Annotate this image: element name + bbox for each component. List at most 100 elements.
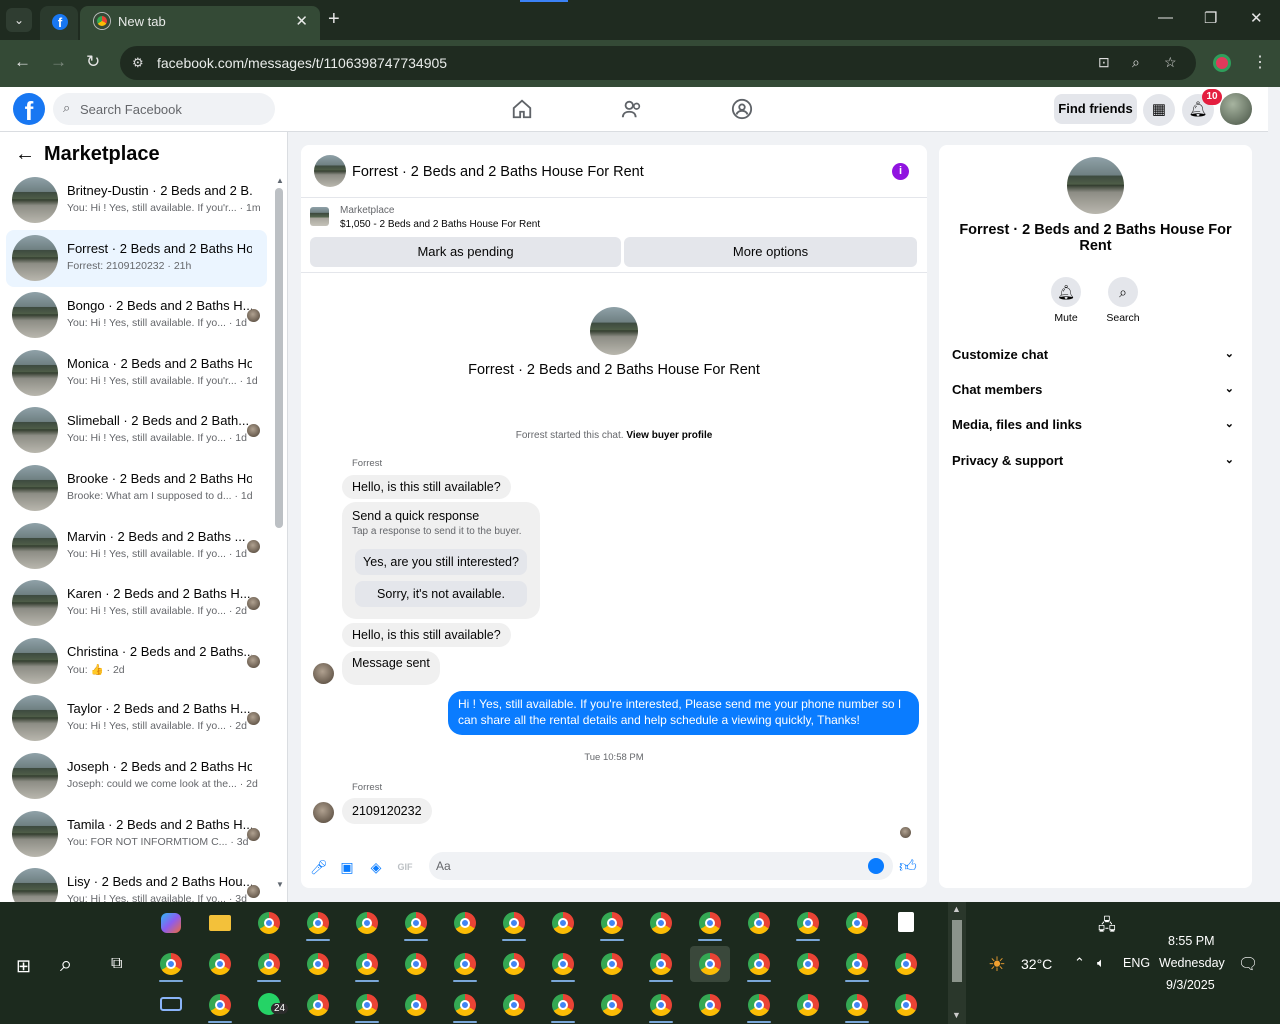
chrome-taskbar-icon[interactable]	[347, 987, 387, 1023]
chrome-taskbar-icon[interactable]	[837, 987, 877, 1023]
chrome-taskbar-icon[interactable]	[200, 946, 240, 982]
chrome-taskbar-icon[interactable]	[298, 905, 338, 941]
chevron-up-icon[interactable]: ⌃	[1074, 955, 1085, 971]
home-icon[interactable]	[511, 98, 533, 120]
chrome-taskbar-icon[interactable]	[788, 946, 828, 982]
chrome-taskbar-icon[interactable]	[445, 946, 485, 982]
find-friends-button[interactable]: Find friends	[1054, 94, 1137, 124]
chrome-taskbar-icon[interactable]	[396, 905, 436, 941]
conversation-item[interactable]: Marvin · 2 Beds and 2 Baths ... You: Hi !…	[6, 518, 267, 575]
language-indicator[interactable]: ENG	[1123, 956, 1150, 970]
view-buyer-profile-link[interactable]: View buyer profile	[626, 430, 712, 441]
conversation-item[interactable]: Forrest · 2 Beds and 2 Baths Ho... Forres…	[6, 229, 267, 287]
chrome-taskbar-icon[interactable]	[690, 946, 730, 982]
account-avatar[interactable]	[1220, 93, 1252, 125]
microphone-icon[interactable]: 🎤︎	[310, 859, 328, 875]
chrome-taskbar-icon[interactable]	[347, 946, 387, 982]
extension-icon[interactable]	[1213, 54, 1231, 72]
chrome-taskbar-icon[interactable]	[592, 905, 632, 941]
chrome-taskbar-icon[interactable]	[151, 946, 191, 982]
chrome-taskbar-icon[interactable]	[396, 987, 436, 1023]
conversation-item[interactable]: Joseph · 2 Beds and 2 Baths Ho... Joseph:…	[6, 748, 267, 805]
chrome-taskbar-icon[interactable]	[788, 905, 828, 941]
gif-icon[interactable]: GIF	[397, 859, 413, 875]
chat-avatar[interactable]	[314, 155, 346, 187]
windows-start-icon[interactable]: ⊞	[16, 956, 31, 977]
chrome-taskbar-icon[interactable]	[690, 987, 730, 1023]
close-tab-icon[interactable]: ✕	[295, 12, 308, 30]
friends-icon[interactable]	[621, 98, 643, 120]
minimize-button[interactable]: —	[1158, 9, 1173, 26]
chat-members-section[interactable]: Chat members ⌄	[952, 382, 1242, 402]
chrome-taskbar-icon[interactable]	[690, 905, 730, 941]
taskbar-scrollbar[interactable]: ▲ ▼	[948, 902, 966, 1024]
chrome-taskbar-icon[interactable]	[543, 987, 583, 1023]
chrome-taskbar-icon[interactable]	[641, 946, 681, 982]
chrome-taskbar-icon[interactable]	[543, 946, 583, 982]
quick-response-yes-button[interactable]: Yes, are you still interested?	[355, 549, 527, 575]
conversation-item[interactable]: Britney-Dustin · 2 Beds and 2 B... You: H…	[6, 172, 267, 229]
search-action[interactable]: ⌕ Search	[1093, 277, 1153, 324]
file-explorer-icon[interactable]	[200, 905, 240, 941]
listing-title[interactable]: $1,050 - 2 Beds and 2 Baths House For Re…	[340, 219, 540, 230]
close-window-button[interactable]: ✕	[1250, 9, 1263, 27]
conversation-item[interactable]: Christina · 2 Beds and 2 Baths... You: 👍 …	[6, 633, 267, 690]
chrome-taskbar-icon[interactable]	[739, 946, 779, 982]
tab-new-tab[interactable]: New tab ✕	[80, 6, 320, 40]
menu-grid-icon[interactable]: ▦	[1143, 94, 1175, 126]
chrome-taskbar-icon[interactable]	[298, 946, 338, 982]
notepad-icon[interactable]	[886, 905, 926, 941]
zoom-icon[interactable]: ⌕	[1132, 54, 1140, 71]
clock-time[interactable]: 8:55 PM	[1168, 934, 1215, 948]
search-icon[interactable]: ⌕	[1108, 277, 1138, 307]
chrome-taskbar-icon[interactable]	[396, 946, 436, 982]
site-info-icon[interactable]: ⚙	[132, 55, 144, 71]
clock-date[interactable]: 9/3/2025	[1166, 978, 1215, 992]
chrome-taskbar-icon[interactable]	[494, 905, 534, 941]
address-bar[interactable]: ⚙ facebook.com/messages/t/11063987477349…	[120, 46, 1196, 80]
groups-icon[interactable]	[731, 98, 753, 120]
conversation-item[interactable]: Karen · 2 Beds and 2 Baths H... You: Hi !…	[6, 575, 267, 632]
bookmark-star-icon[interactable]: ☆	[1164, 54, 1177, 71]
chrome-taskbar-icon[interactable]	[445, 987, 485, 1023]
search-facebook-input[interactable]: ⌕ Search Facebook	[53, 93, 275, 125]
privacy-support-section[interactable]: Privacy & support ⌄	[952, 453, 1242, 473]
photo-icon[interactable]: ▣	[339, 859, 355, 875]
url-text[interactable]: facebook.com/messages/t/1106398747734905	[157, 55, 447, 71]
forward-icon[interactable]: →	[50, 52, 67, 72]
chat-title[interactable]: Forrest · 2 Beds and 2 Baths House For R…	[352, 164, 644, 180]
mute-action[interactable]: 🔔︎ Mute	[1036, 277, 1096, 324]
message-input[interactable]: Aa	[429, 852, 893, 880]
conversation-item[interactable]: Lisy · 2 Beds and 2 Baths Hou... You: Hi …	[6, 863, 267, 902]
chrome-taskbar-icon[interactable]	[200, 987, 240, 1023]
chrome-taskbar-icon[interactable]	[641, 987, 681, 1023]
chrome-taskbar-icon[interactable]	[298, 987, 338, 1023]
conversation-item[interactable]: Monica · 2 Beds and 2 Baths Ho... You: Hi…	[6, 345, 267, 402]
conversation-scrollbar[interactable]	[275, 188, 283, 528]
chrome-taskbar-icon[interactable]	[886, 946, 926, 982]
scroll-up-arrow[interactable]: ▲	[952, 904, 961, 914]
chrome-taskbar-icon[interactable]	[543, 905, 583, 941]
chrome-taskbar-icon[interactable]	[837, 905, 877, 941]
back-icon[interactable]: ←	[14, 52, 31, 72]
chrome-taskbar-icon[interactable]	[249, 946, 289, 982]
copilot-icon[interactable]	[151, 905, 191, 941]
tab-facebook[interactable]: f	[40, 6, 78, 40]
volume-icon[interactable]: 🔈︎	[1097, 955, 1105, 971]
taskbar-search-icon[interactable]: ⌕	[60, 951, 72, 977]
back-arrow-icon[interactable]: ←	[15, 143, 39, 166]
restore-button[interactable]: ❐	[1204, 9, 1217, 27]
chrome-taskbar-icon[interactable]	[837, 946, 877, 982]
chrome-taskbar-icon[interactable]	[592, 987, 632, 1023]
browser-menu-icon[interactable]: ⋮	[1252, 52, 1268, 72]
chrome-taskbar-icon[interactable]	[886, 987, 926, 1023]
facebook-logo-icon[interactable]: f	[13, 93, 45, 125]
more-options-button[interactable]: More options	[624, 237, 917, 267]
emoji-icon[interactable]	[868, 858, 884, 874]
scroll-down-arrow[interactable]: ▼	[952, 1010, 961, 1020]
weather-temp[interactable]: 32°C	[1021, 956, 1052, 972]
tab-search-button[interactable]: ⌄	[6, 8, 32, 32]
info-icon[interactable]: i	[892, 163, 909, 180]
bell-icon[interactable]: 🔔︎	[1051, 277, 1081, 307]
thumbs-up-icon[interactable]: 👍︎	[899, 858, 917, 875]
